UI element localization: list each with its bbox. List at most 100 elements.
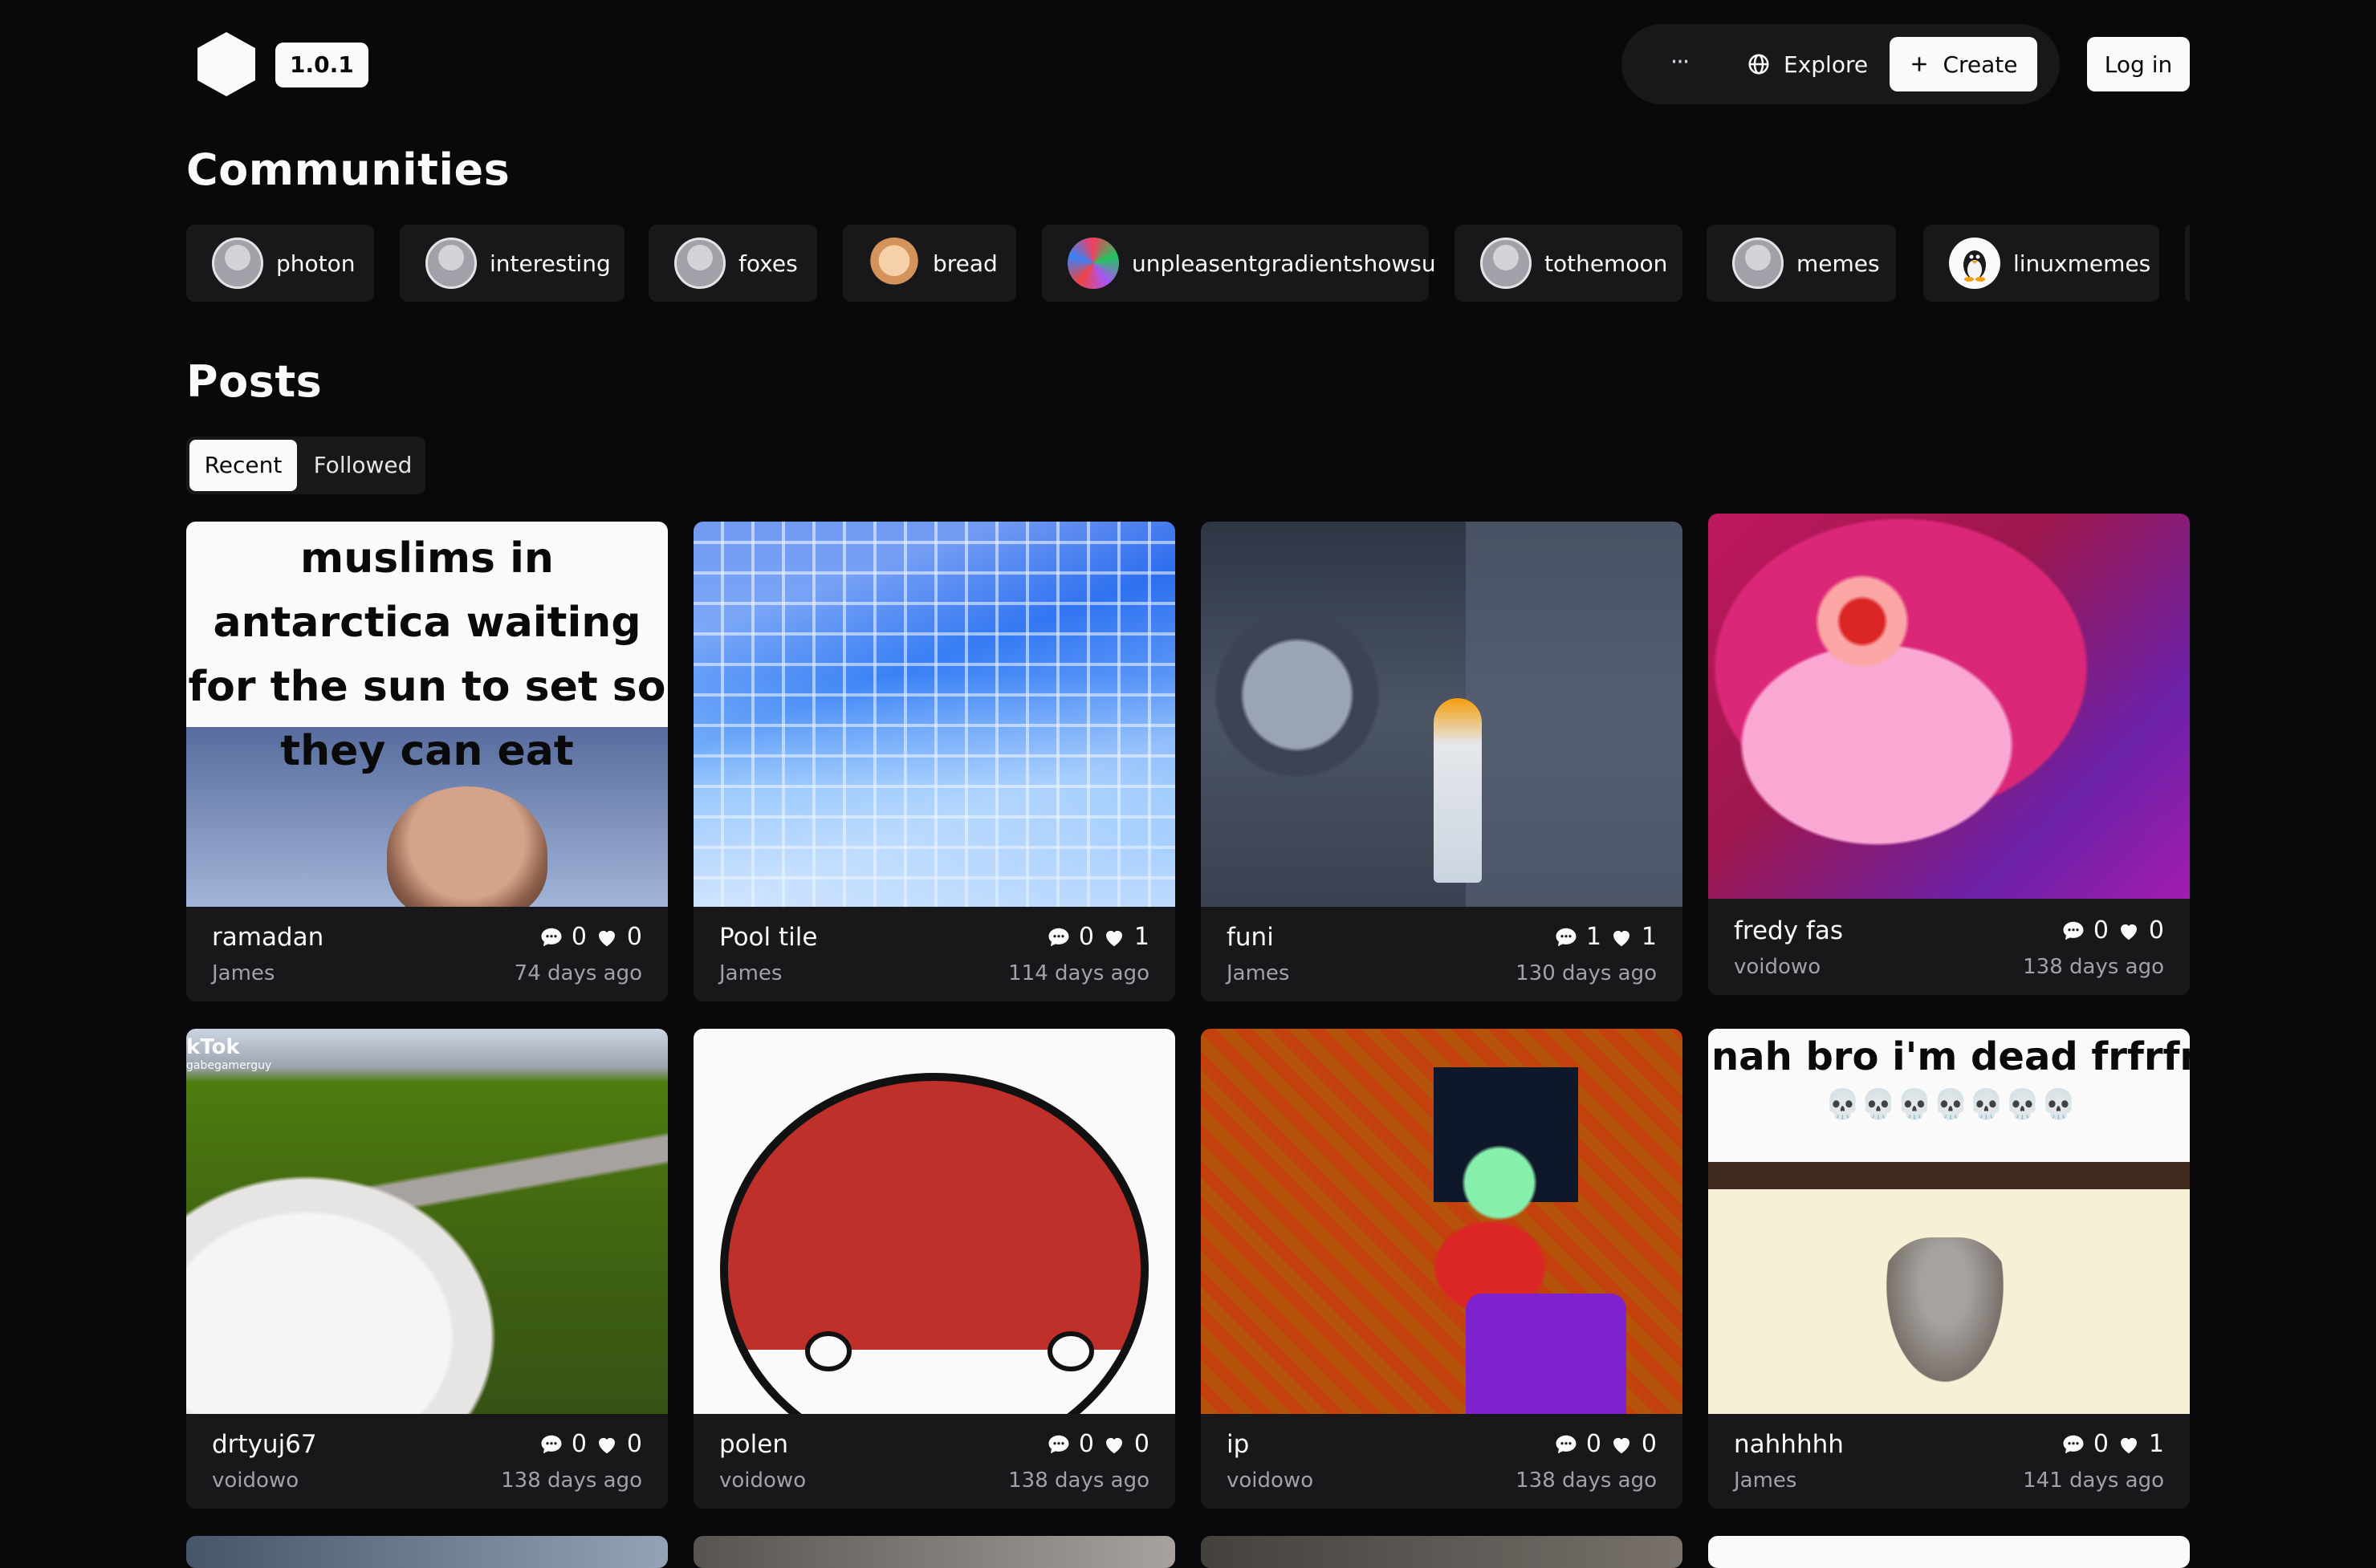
plus-icon [1912,57,1927,71]
heart-icon[interactable] [595,1432,619,1456]
post-card[interactable]: ip voidowo 0 0 138 days ago [1201,1029,1682,1509]
post-age: 74 days ago [514,961,642,985]
posts-heading: Posts [186,356,323,407]
comment-icon [2063,921,2084,940]
community-name: interesting [490,250,611,277]
like-count: 0 [626,923,642,951]
community-name: unpleasentgradientshowsu [1132,250,1436,277]
post-author: voidowo [212,1468,299,1493]
community-name: foxes [738,250,798,277]
post-card[interactable]: polen voidowo 0 0 138 days ago [694,1029,1175,1509]
heart-icon[interactable] [1102,925,1126,949]
post-age: 138 days ago [501,1468,642,1493]
like-count: 0 [1133,1430,1149,1458]
heart-icon[interactable] [1609,925,1634,949]
post-card[interactable]: Pool tile James 0 1 114 days ago [694,522,1175,1001]
like-count: 0 [1641,1430,1657,1458]
community-chip-linuxmemes[interactable]: linuxmemes [1923,225,2159,302]
post-card[interactable] [1201,1536,1682,1568]
community-chip-photon[interactable]: photon [186,225,374,302]
more-menu-button[interactable]: ··· [1654,42,1705,87]
post-card[interactable]: funi James 1 1 130 days ago [1201,522,1682,1001]
community-chip-bread[interactable]: bread [843,225,1016,302]
comment-icon [2063,1435,2084,1453]
heart-icon[interactable] [595,925,619,949]
post-author: voidowo [1227,1468,1314,1493]
default-avatar-icon [674,238,726,289]
post-card[interactable] [186,1536,668,1568]
post-stats: 0 0 [2061,916,2164,944]
post-card[interactable] [694,1536,1175,1568]
post-thumbnail [694,1029,1175,1414]
post-title: polen [719,1430,788,1459]
skull-emoji-row: 💀💀💀💀💀💀💀 [1825,1088,2077,1121]
login-button[interactable]: Log in [2087,37,2190,91]
post-stats: 0 0 [539,923,642,951]
post-title: fredy fas [1734,916,1843,945]
heart-icon[interactable] [2117,919,2141,943]
comment-count: 0 [2093,916,2109,944]
post-title: ramadan [212,923,324,952]
create-button[interactable]: Create [1890,37,2037,91]
default-avatar-icon [1732,238,1784,289]
armchair [1466,1294,1626,1414]
comment-icon [1556,1435,1577,1453]
community-name: photon [276,250,356,277]
community-name: tothemoon [1544,250,1668,277]
post-thumbnail [694,522,1175,907]
post-stats: 0 0 [539,1430,642,1458]
tab-followed[interactable]: Followed [303,440,422,491]
community-chip-unpleasentgradientshowsu[interactable]: unpleasentgradientshowsu [1042,225,1436,302]
post-card[interactable]: nah bro i'm dead frfrfr 💀💀💀💀💀💀💀 nahhhhh … [1708,1029,2190,1509]
tab-recent[interactable]: Recent [189,440,297,491]
post-author: James [1227,961,1290,985]
post-stats: 0 0 [1554,1430,1657,1458]
heart-icon[interactable] [1102,1432,1126,1456]
explore-button[interactable]: Explore [1729,37,1886,91]
community-chip-tothemoon[interactable]: tothemoon [1454,225,1682,302]
comment-icon [541,928,562,946]
post-age: 114 days ago [1008,961,1149,985]
create-label: Create [1943,51,2018,78]
post-age: 130 days ago [1516,961,1657,985]
post-age: 138 days ago [1516,1468,1657,1493]
comment-icon [1556,928,1577,946]
face-photo [387,786,547,907]
post-stats: 0 0 [1047,1430,1149,1458]
meme-caption: nah bro i'm dead frfrfr 💀💀💀💀💀💀💀 [1708,1029,2190,1162]
post-title: ip [1227,1430,1250,1459]
post-thumbnail: nah bro i'm dead frfrfr 💀💀💀💀💀💀💀 [1708,1029,2190,1414]
post-card[interactable]: kTok gabegamerguy drtyuj67 voidowo 0 0 1… [186,1029,668,1509]
comment-count: 0 [2093,1430,2109,1458]
like-count: 1 [2148,1430,2164,1458]
character-figure [1434,698,1482,883]
default-avatar-icon [1480,238,1532,289]
post-stats: 0 1 [2061,1430,2164,1458]
like-count: 1 [1133,923,1149,951]
globe-icon [1748,54,1769,75]
post-age: 141 days ago [2023,1468,2164,1493]
post-card[interactable] [1708,1536,2190,1568]
community-chip-memes[interactable]: memes [1707,225,1896,302]
mummy-figure [1877,1237,2013,1398]
post-card[interactable]: fredy fas voidowo 0 0 138 days ago [1708,514,2190,995]
logo-icon[interactable] [194,30,258,98]
post-card[interactable]: muslims in antarctica waiting for the su… [186,522,668,1001]
post-author: James [212,961,275,985]
post-thumbnail: kTok gabegamerguy [186,1029,668,1414]
community-chip-foxes[interactable]: foxes [649,225,817,302]
gradient-avatar-icon [1068,238,1119,289]
community-chip-overflow[interactable] [2185,225,2190,302]
heart-icon[interactable] [2117,1432,2141,1456]
community-name: linuxmemes [2013,250,2151,277]
comment-count: 0 [571,1430,587,1458]
heart-icon[interactable] [1609,1432,1634,1456]
post-thumbnail [1708,514,2190,899]
post-thumbnail [1201,1029,1682,1414]
post-stats: 1 1 [1554,923,1657,951]
explore-label: Explore [1784,51,1869,78]
polandball-drawing [720,1073,1149,1414]
community-chip-interesting[interactable]: interesting [400,225,625,302]
like-count: 1 [1641,923,1657,951]
post-thumbnail [1201,522,1682,907]
